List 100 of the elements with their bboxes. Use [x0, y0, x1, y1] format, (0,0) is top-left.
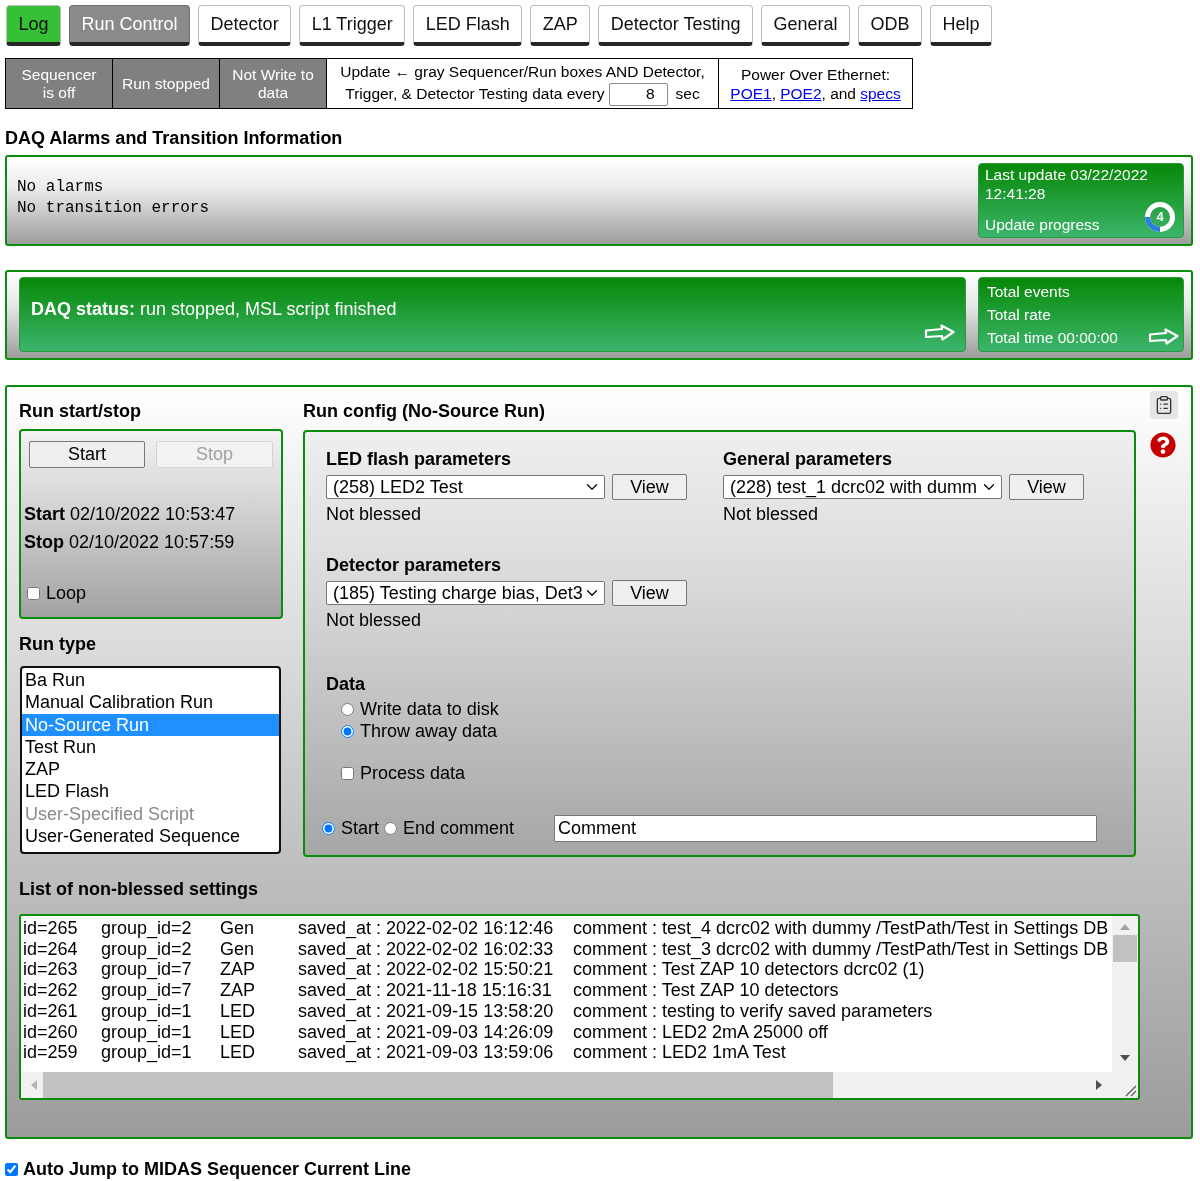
saved-at-text: saved_at : 2022-02-02 15:50:21	[298, 959, 554, 981]
parameter-select[interactable]: (258) LED2 Test	[326, 475, 605, 499]
nav-tab[interactable]: General	[761, 5, 851, 46]
scrollbar-thumb[interactable]	[43, 1072, 833, 1098]
view-button[interactable]: View	[612, 474, 687, 500]
comment-text: comment : LED2 2mA 25000 off	[573, 1021, 828, 1043]
setting-id-text: id=260	[23, 1021, 78, 1043]
last-update-text: Last update 03/22/2022 12:41:28	[985, 165, 1149, 204]
view-button[interactable]: View	[1009, 474, 1084, 500]
comment-text: comment : test_4 dcrc02 with dummy /TestPath/Test in Settings DB	[573, 918, 1109, 939]
daq-status-text: DAQ status: run stopped, MSL script finished	[31, 299, 397, 319]
radio-button[interactable]	[322, 822, 335, 835]
arrow-right-icon[interactable]	[1148, 328, 1179, 345]
resize-grip-icon[interactable]	[1124, 1084, 1137, 1097]
separator-text: , and	[821, 83, 856, 103]
alarm-message: No alarms	[17, 177, 104, 198]
view-button[interactable]: View	[612, 580, 687, 606]
settings-textarea[interactable]	[19, 914, 1140, 1100]
horizontal-scrollbar[interactable]	[21, 1072, 1112, 1098]
poe-title: Power Over Ethernet:	[740, 64, 890, 84]
radio-label: End comment	[403, 818, 515, 839]
checkbox-label: Auto Jump to MIDAS Sequencer Current Line	[23, 1160, 412, 1179]
poe-link[interactable]: specs	[860, 83, 901, 103]
group-id-text: group_id=1	[101, 1042, 192, 1063]
status-indicator: Sequencer is off	[6, 59, 113, 108]
group-name-text: LED	[220, 1021, 255, 1043]
arrow-right-icon[interactable]	[924, 324, 955, 341]
total-text: Total events	[987, 282, 1070, 302]
group-name-text: Gen	[220, 918, 255, 939]
interval-input[interactable]: 8	[608, 82, 668, 106]
clipboard-icon[interactable]	[1150, 391, 1178, 419]
alarm-message: No transition errors	[17, 198, 210, 219]
run-time-text: Stop 02/10/2022 10:57:59	[24, 531, 235, 554]
scrollbar-thumb[interactable]	[1113, 935, 1137, 962]
run-type-option[interactable]: Ba Run	[22, 669, 279, 692]
comment-text: comment : LED2 1mA Test	[573, 1042, 786, 1063]
radio-label: Write data to disk	[360, 699, 499, 720]
section-heading: Run type	[19, 634, 96, 654]
poe-link[interactable]: POE1	[730, 83, 772, 103]
saved-at-text: saved_at : 2021-11-18 15:16:31	[298, 980, 552, 1001]
saved-at-text: saved_at : 2022-02-02 16:12:46	[298, 918, 554, 939]
vertical-scrollbar[interactable]	[1112, 916, 1138, 1072]
group-id-text: group_id=1	[101, 1021, 192, 1043]
setting-id-text: id=264	[23, 938, 78, 960]
run-type-option[interactable]: ZAP	[22, 758, 279, 781]
section-heading: Run start/stop	[19, 401, 141, 421]
run-type-option[interactable]: Test Run	[22, 735, 279, 759]
setting-id-text: id=263	[23, 959, 78, 981]
status-indicator: Run stopped	[113, 59, 220, 108]
comment-input[interactable]: Comment	[554, 815, 1098, 842]
run-type-option[interactable]: LED Flash	[22, 780, 279, 803]
parameter-heading: Data	[326, 674, 365, 694]
nav-tab[interactable]: Detector	[198, 5, 292, 46]
group-id-text: group_id=7	[101, 959, 192, 981]
radio-label: Throw away data	[360, 721, 498, 742]
radio-button[interactable]	[384, 822, 397, 835]
loop-checkbox[interactable]	[27, 586, 40, 600]
parameter-select[interactable]: (228) test_1 dcrc02 with dumm	[723, 475, 1002, 499]
nav-tab[interactable]: L1 Trigger	[299, 5, 406, 46]
poe-link[interactable]: POE2	[780, 83, 822, 103]
nav-tab[interactable]: ODB	[858, 5, 923, 46]
run-type-option[interactable]: User-Generated Sequence	[22, 825, 279, 848]
nav-tab[interactable]: LED Flash	[413, 5, 523, 46]
radio-button[interactable]	[341, 725, 354, 738]
parameter-heading: General parameters	[723, 449, 893, 469]
run-button[interactable]: Start	[29, 441, 145, 468]
separator-text: ,	[771, 83, 776, 103]
parameter-heading: Detector parameters	[326, 555, 502, 575]
checkbox-label: Process data	[360, 763, 466, 784]
nav-tab[interactable]: Log	[6, 5, 62, 46]
auto-jump-checkbox[interactable]	[5, 1163, 18, 1176]
blessed-status-text: Not blessed	[326, 503, 422, 525]
comment-text: comment : testing to verify saved parameters	[573, 1000, 933, 1022]
help-icon[interactable]	[1150, 432, 1176, 458]
total-text: Total rate	[987, 305, 1051, 325]
group-name-text: ZAP	[220, 980, 255, 1001]
setting-id-text: id=262	[23, 980, 78, 1001]
nav-tab[interactable]: ZAP	[530, 5, 591, 46]
section-heading: Run config (No-Source Run)	[303, 401, 545, 421]
parameter-select[interactable]: (185) Testing charge bias, Det3	[326, 581, 605, 605]
radio-button[interactable]	[341, 703, 354, 716]
scroll-up-icon[interactable]	[1120, 924, 1130, 930]
section-heading: List of non-blessed settings	[19, 879, 259, 899]
setting-id-text: id=259	[23, 1042, 78, 1063]
scroll-right-icon[interactable]	[1096, 1080, 1102, 1090]
update-note-text: Trigger, & Detector Testing data every	[345, 84, 605, 104]
scroll-down-icon[interactable]	[1120, 1055, 1130, 1061]
radio-label: Start	[341, 818, 379, 839]
saved-at-text: saved_at : 2021-09-03 14:26:09	[298, 1021, 554, 1043]
saved-at-text: saved_at : 2021-09-15 13:58:20	[298, 1000, 554, 1022]
run-time-text: Start 02/10/2022 10:53:47	[24, 503, 236, 526]
setting-id-text: id=261	[23, 1000, 78, 1022]
process-checkbox[interactable]	[341, 767, 354, 780]
nav-tab[interactable]: Detector Testing	[598, 5, 753, 46]
nav-tab[interactable]: Help	[930, 5, 993, 46]
blessed-status-text: Not blessed	[723, 503, 819, 525]
comment-text: comment : Test ZAP 10 detectors	[573, 980, 839, 1001]
run-type-option[interactable]: Manual Calibration Run	[22, 691, 279, 714]
group-id-text: group_id=2	[101, 938, 192, 960]
parameter-heading: LED flash parameters	[326, 449, 512, 469]
